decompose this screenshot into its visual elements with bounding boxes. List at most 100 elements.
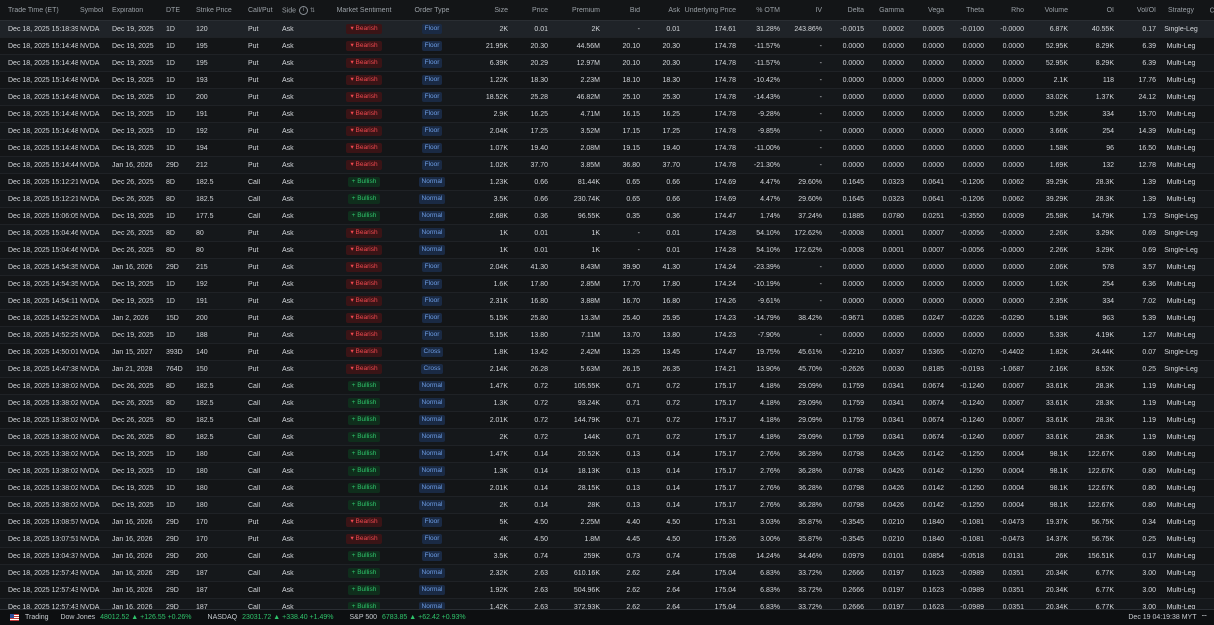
cell-theta: -0.1240 bbox=[960, 399, 984, 407]
table-row[interactable]: Dec 18, 2025 15:12:21 NVDA Dec 26, 2025 8D 1… bbox=[0, 191, 1214, 208]
cell-symbol: NVDA bbox=[80, 76, 100, 84]
table-row[interactable]: Dec 18, 2025 13:38:02 NVDA Dec 26, 2025 8D 1… bbox=[0, 395, 1214, 412]
cell-vega: 0.0854 bbox=[922, 552, 944, 560]
table-row[interactable]: Dec 18, 2025 15:14:48 NVDA Dec 19, 2025 1D 1… bbox=[0, 38, 1214, 55]
cell-premium: 1K bbox=[591, 229, 600, 237]
col-header-dte[interactable]: DTE bbox=[164, 7, 194, 14]
cell-dte: 393D bbox=[166, 348, 183, 356]
cell-strike-price: 188 bbox=[196, 331, 208, 339]
col-header-vega[interactable]: Vega bbox=[906, 7, 946, 14]
cell-call-put: Put bbox=[248, 144, 259, 152]
col-header-symbol[interactable]: Symbol bbox=[78, 7, 110, 14]
table-row[interactable]: Dec 18, 2025 15:18:39 NVDA Dec 19, 2025 1D 1… bbox=[0, 21, 1214, 38]
table-row[interactable]: Dec 18, 2025 12:57:43 NVDA Jan 16, 2026 29D… bbox=[0, 565, 1214, 582]
cell-volume: 2.16K bbox=[1049, 365, 1068, 373]
table-row[interactable]: Dec 18, 2025 15:12:21 NVDA Dec 26, 2025 8D 1… bbox=[0, 174, 1214, 191]
col-header-price[interactable]: Price bbox=[510, 7, 550, 14]
col-header-volume[interactable]: Volume bbox=[1026, 7, 1070, 14]
table-row[interactable]: Dec 18, 2025 13:38:02 NVDA Dec 26, 2025 8D 1… bbox=[0, 378, 1214, 395]
col-header-pct-otm[interactable]: % OTM bbox=[738, 7, 782, 14]
table-row[interactable]: Dec 18, 2025 15:14:48 NVDA Dec 19, 2025 1D 1… bbox=[0, 106, 1214, 123]
table-row[interactable]: Dec 18, 2025 13:07:51 NVDA Jan 16, 2026 29D… bbox=[0, 531, 1214, 548]
cell-code: MLFT bbox=[1204, 60, 1214, 67]
col-header-trade-time[interactable]: Trade Time (ET) bbox=[0, 7, 78, 14]
info-circle-icon[interactable]: i bbox=[299, 5, 309, 15]
col-header-code[interactable]: Codei bbox=[1204, 6, 1214, 15]
bullish-badge: + Bullish bbox=[347, 466, 381, 476]
table-row[interactable]: Dec 18, 2025 15:14:48 NVDA Dec 19, 2025 1D 1… bbox=[0, 140, 1214, 157]
table-row[interactable]: Dec 18, 2025 13:08:57 NVDA Jan 16, 2026 29D… bbox=[0, 514, 1214, 531]
table-row[interactable]: Dec 18, 2025 13:04:37 NVDA Jan 16, 2026 29D… bbox=[0, 548, 1214, 565]
table-row[interactable]: Dec 18, 2025 15:04:46 NVDA Dec 26, 2025 8D 8… bbox=[0, 242, 1214, 259]
table-row[interactable]: Dec 18, 2025 14:52:29 NVDA Dec 19, 2025 1D 1… bbox=[0, 327, 1214, 344]
table-row[interactable]: Dec 18, 2025 12:57:43 NVDA Jan 16, 2026 29D… bbox=[0, 599, 1214, 609]
table-row[interactable]: Dec 18, 2025 14:54:35 NVDA Jan 16, 2026 29D… bbox=[0, 259, 1214, 276]
col-header-strike-price[interactable]: Strike Price bbox=[194, 7, 246, 14]
col-header-strategy[interactable]: Strategy bbox=[1158, 7, 1204, 14]
table-row[interactable]: Dec 18, 2025 15:14:48 NVDA Dec 19, 2025 1D 1… bbox=[0, 123, 1214, 140]
col-header-expiration[interactable]: Expiration bbox=[110, 7, 164, 14]
col-header-delta[interactable]: Delta bbox=[824, 7, 866, 14]
table-row[interactable]: Dec 18, 2025 14:52:29 NVDA Jan 2, 2026 15D 2… bbox=[0, 310, 1214, 327]
col-header-market-sentiment[interactable]: Market Sentiment bbox=[324, 7, 404, 14]
cell-delta: 0.2666 bbox=[842, 586, 864, 594]
cell-trade-time: Dec 18, 2025 13:04:37 bbox=[8, 552, 78, 560]
cell-code: MLAT bbox=[1204, 485, 1214, 492]
col-header-order-type[interactable]: Order Type bbox=[404, 7, 460, 14]
col-header-rho[interactable]: Rho bbox=[986, 7, 1026, 14]
table-row[interactable]: Dec 18, 2025 13:38:02 NVDA Dec 19, 2025 1D 1… bbox=[0, 463, 1214, 480]
cell-strategy: Multi-Leg bbox=[1166, 127, 1196, 135]
col-header-side[interactable]: Side i ⇅ bbox=[280, 5, 324, 15]
cell-bid: 0.71 bbox=[626, 433, 640, 441]
col-header-premium[interactable]: Premium bbox=[550, 7, 602, 14]
trading-label[interactable]: Trading bbox=[25, 614, 48, 621]
cell-order-type: Normal bbox=[404, 398, 460, 408]
index-sp500[interactable]: S&P 500 6783.85 ▲ +62.42 +0.93% bbox=[350, 614, 470, 621]
cell-side: Ask bbox=[282, 59, 294, 67]
col-header-ask[interactable]: Ask bbox=[642, 7, 682, 14]
col-header-iv[interactable]: IV bbox=[782, 7, 824, 14]
table-row[interactable]: Dec 18, 2025 15:14:48 NVDA Dec 19, 2025 1D 2… bbox=[0, 89, 1214, 106]
cell-side: Ask bbox=[282, 450, 294, 458]
col-header-gamma[interactable]: Gamma bbox=[866, 7, 906, 14]
col-header-call-put[interactable]: Call/Put bbox=[246, 7, 280, 14]
col-header-theta[interactable]: Theta bbox=[946, 7, 986, 14]
table-row[interactable]: Dec 18, 2025 14:54:35 NVDA Dec 19, 2025 1D 1… bbox=[0, 276, 1214, 293]
table-row[interactable]: Dec 18, 2025 15:04:46 NVDA Dec 26, 2025 8D 8… bbox=[0, 225, 1214, 242]
sort-icon[interactable]: ⇅ bbox=[310, 7, 315, 14]
table-row[interactable]: Dec 18, 2025 14:54:11 NVDA Dec 19, 2025 1D 1… bbox=[0, 293, 1214, 310]
index-nasdaq[interactable]: NASDAQ 23031.72 ▲ +338.40 +1.49% bbox=[208, 614, 338, 621]
table-row[interactable]: Dec 18, 2025 15:14:48 NVDA Dec 19, 2025 1D 1… bbox=[0, 72, 1214, 89]
table-row[interactable]: Dec 18, 2025 15:06:05 NVDA Dec 19, 2025 1D 1… bbox=[0, 208, 1214, 225]
order-type-badge: Cross bbox=[420, 364, 444, 374]
table-row[interactable]: Dec 18, 2025 14:47:38 NVDA Jan 21, 2028 764… bbox=[0, 361, 1214, 378]
cell-pct-otm: -23.39% bbox=[753, 263, 780, 271]
cell-market-sentiment: ▾ Bearish bbox=[324, 24, 404, 34]
cell-expiration: Jan 2, 2026 bbox=[112, 314, 149, 322]
col-header-bid[interactable]: Bid bbox=[602, 7, 642, 14]
col-header-oi[interactable]: OI bbox=[1070, 7, 1116, 14]
table-row[interactable]: Dec 18, 2025 15:14:48 NVDA Dec 19, 2025 1D 1… bbox=[0, 55, 1214, 72]
table-row[interactable]: Dec 18, 2025 13:38:02 NVDA Dec 19, 2025 1D 1… bbox=[0, 480, 1214, 497]
order-type-badge: Normal bbox=[418, 194, 446, 204]
index-dow-jones[interactable]: Dow Jones 48012.52 ▲ +126.55 +0.26% bbox=[60, 614, 195, 621]
table-row[interactable]: Dec 18, 2025 13:38:02 NVDA Dec 26, 2025 8D 1… bbox=[0, 412, 1214, 429]
table-row[interactable]: Dec 18, 2025 12:57:43 NVDA Jan 16, 2026 29D… bbox=[0, 582, 1214, 599]
cell-expiration: Jan 16, 2026 bbox=[112, 569, 153, 577]
table-row[interactable]: Dec 18, 2025 13:38:02 NVDA Dec 26, 2025 8D 1… bbox=[0, 429, 1214, 446]
cell-code: MLET bbox=[1204, 587, 1214, 594]
cell-ask: 16.80 bbox=[662, 297, 680, 305]
col-header-size[interactable]: Size bbox=[460, 7, 510, 14]
col-header-vol-oi[interactable]: Vol/OI bbox=[1116, 7, 1158, 14]
cell-vega: 0.1840 bbox=[922, 518, 944, 526]
table-row[interactable]: Dec 18, 2025 14:50:01 NVDA Jan 15, 2027 393… bbox=[0, 344, 1214, 361]
cell-rho: 0.0067 bbox=[1002, 416, 1024, 424]
cell-ask: 4.50 bbox=[666, 518, 680, 526]
cell-ask: 0.72 bbox=[666, 382, 680, 390]
cell-premium: 93.24K bbox=[577, 399, 600, 407]
table-row[interactable]: Dec 18, 2025 13:38:02 NVDA Dec 19, 2025 1D 1… bbox=[0, 446, 1214, 463]
table-row[interactable]: Dec 18, 2025 15:14:44 NVDA Jan 16, 2026 29D… bbox=[0, 157, 1214, 174]
cell-rho: 0.0131 bbox=[1002, 552, 1024, 560]
col-header-underlying-price[interactable]: Underlying Price bbox=[682, 7, 738, 14]
table-row[interactable]: Dec 18, 2025 13:38:02 NVDA Dec 19, 2025 1D 1… bbox=[0, 497, 1214, 514]
